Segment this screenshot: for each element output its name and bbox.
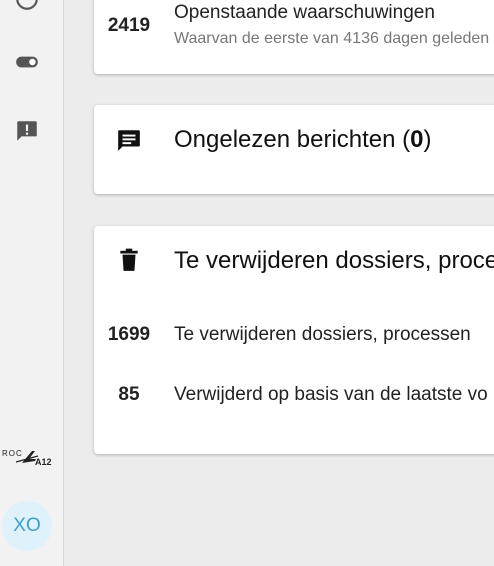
deletion-row-count: 1699	[107, 324, 151, 345]
deletion-row-label[interactable]: Te verwijderen dossiers, processen	[174, 324, 471, 346]
warnings-card[interactable]: 2419 Openstaande waarschuwingen Waarvan …	[94, 0, 494, 74]
user-avatar[interactable]: XO	[2, 501, 52, 551]
side-rail: ROC A12 XO	[0, 0, 64, 566]
clock-icon[interactable]	[14, 0, 40, 12]
deletions-title: Te verwijderen dossiers, processen	[174, 247, 494, 274]
messages-title-suffix: )	[423, 126, 432, 153]
messages-title: Ongelezen berichten (0)	[174, 126, 432, 154]
messages-count: 0	[410, 126, 424, 153]
trash-icon	[120, 248, 138, 271]
warnings-count: 2419	[107, 15, 151, 36]
svg-text:ROC: ROC	[2, 449, 23, 458]
messages-title-prefix: Ongelezen berichten (	[174, 126, 411, 153]
warnings-subtitle: Waarvan de eerste van 4136 dagen geleden	[174, 30, 490, 47]
feedback-icon[interactable]	[14, 118, 40, 144]
toggle-icon[interactable]	[14, 49, 40, 75]
roc-a12-logo: ROC A12	[2, 449, 52, 467]
messages-card[interactable]: Ongelezen berichten (0)	[94, 105, 494, 194]
deletions-card[interactable]: Te verwijderen dossiers, processen 1699 …	[94, 226, 494, 454]
deletion-row-count: 85	[118, 384, 140, 405]
warnings-title: Openstaande waarschuwingen	[174, 2, 435, 23]
message-icon	[118, 130, 140, 151]
dashboard-main: 2419 Openstaande waarschuwingen Waarvan …	[64, 0, 494, 566]
deletion-row-label[interactable]: Verwijderd op basis van de laatste vo	[174, 384, 488, 406]
svg-text:A12: A12	[35, 457, 52, 467]
avatar-initials: XO	[13, 515, 41, 536]
